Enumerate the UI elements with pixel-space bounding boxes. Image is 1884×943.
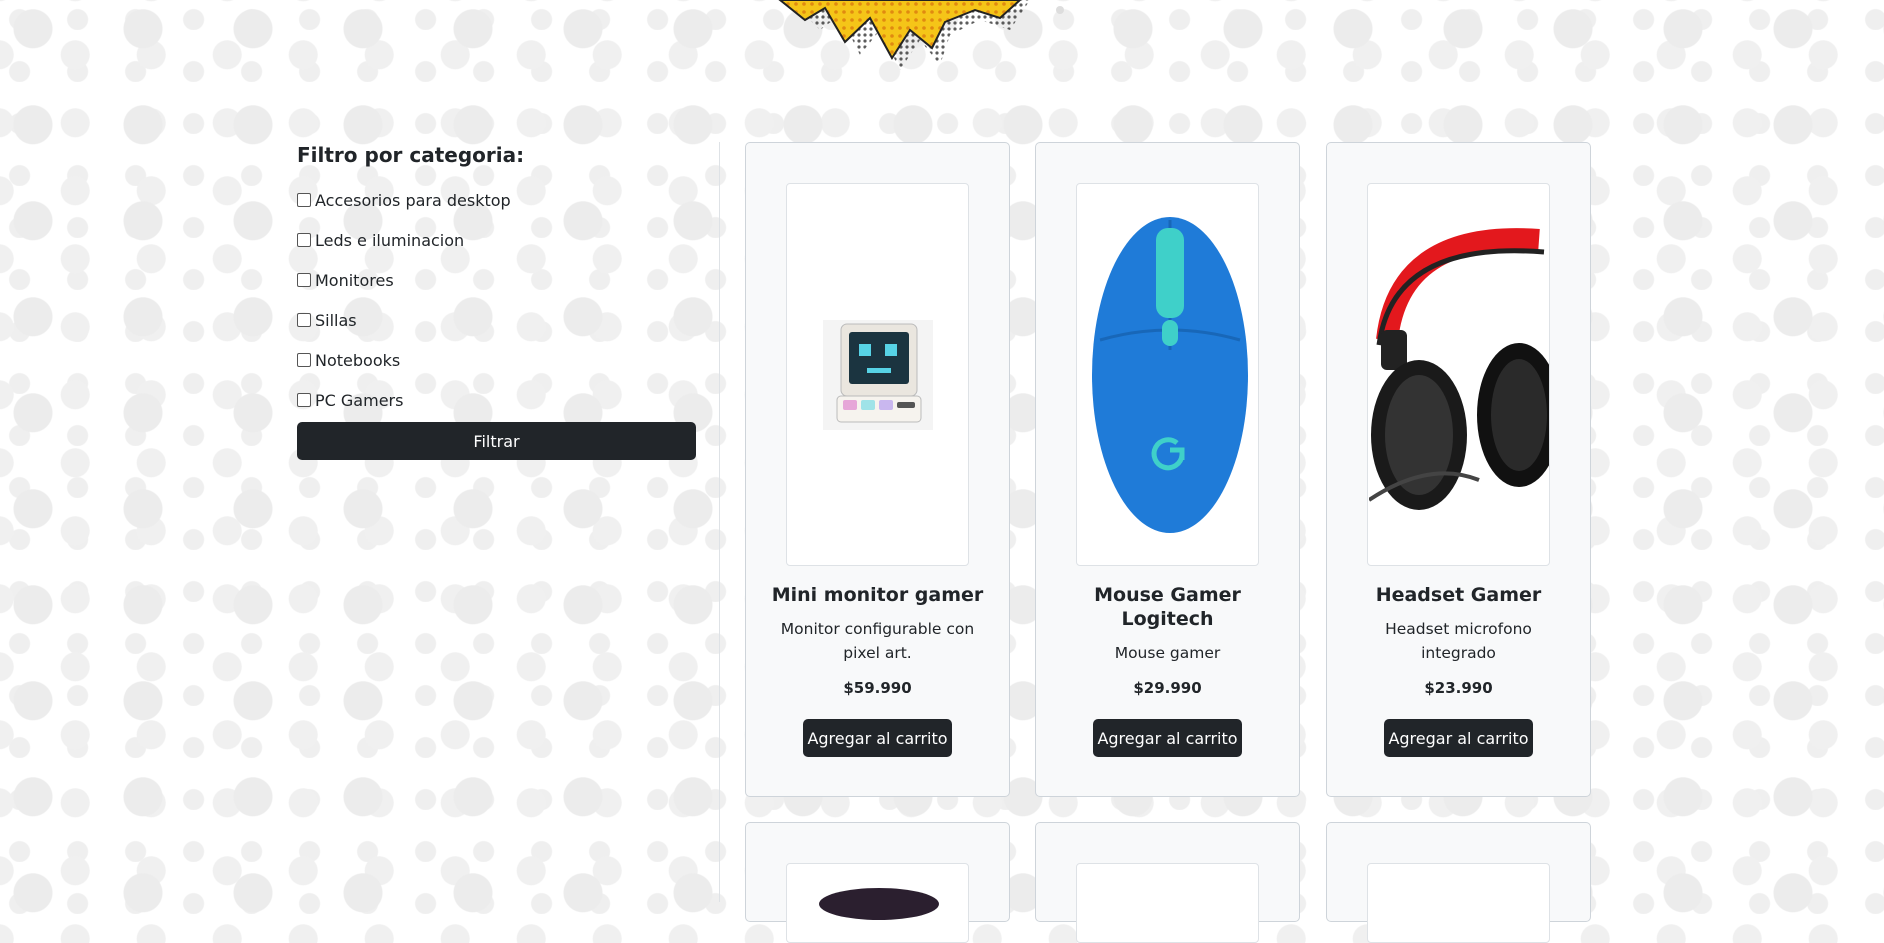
column-divider [719,142,720,902]
headset-image [1368,227,1549,510]
product-description: Monitor configurable con pixel art. [780,620,975,662]
product-price: $29.990 [1133,679,1202,697]
product-title: Mouse Gamer Logitech [1094,584,1241,630]
category-label: Leds e iluminacion [315,230,465,250]
dark-product-image [819,888,939,920]
checkbox[interactable] [297,353,311,367]
category-filter: Filtro por categoria: Accesorios para de… [297,142,696,460]
category-label: Monitores [315,270,394,290]
checkbox[interactable] [297,393,311,407]
product-description: Headset microfono integrado [1385,620,1532,662]
add-to-cart-button[interactable]: Agregar al carrito [803,719,952,757]
add-to-cart-button[interactable]: Agregar al carrito [1384,719,1533,757]
product-image [1076,183,1259,566]
category-option-sillas[interactable]: Sillas [297,300,696,340]
category-option-notebooks[interactable]: Notebooks [297,340,696,380]
product-price: $59.990 [843,679,912,697]
product-image [1076,863,1259,943]
comic-burst-logo [778,0,1064,70]
product-title: Mini monitor gamer [771,584,984,606]
product-image [1367,183,1550,566]
category-label: PC Gamers [315,390,404,410]
filter-button[interactable]: Filtrar [297,422,696,460]
filter-title: Filtro por categoria: [297,143,525,167]
product-image [786,863,969,943]
category-label: Accesorios para desktop [315,190,511,210]
product-card: Mini monitor gamer Monitor configurable … [745,142,1010,797]
category-option-leds[interactable]: Leds e iluminacion [297,220,696,260]
category-label: Notebooks [315,350,401,370]
category-option-monitores[interactable]: Monitores [297,260,696,300]
add-to-cart-button[interactable]: Agregar al carrito [1093,719,1242,757]
product-description: Mouse gamer [1114,644,1221,662]
checkbox[interactable] [297,233,311,247]
product-title: Headset Gamer [1375,584,1542,606]
product-price: $23.990 [1424,679,1493,697]
pixel-monitor-image [822,319,933,430]
checkbox[interactable] [297,273,311,287]
product-card [1035,822,1300,943]
checkbox[interactable] [297,313,311,327]
checkbox[interactable] [297,193,311,207]
category-option-accesorios[interactable]: Accesorios para desktop [297,180,696,220]
product-card: Headset Gamer Headset microfono integrad… [1326,142,1591,797]
product-image [1367,863,1550,943]
product-image [786,183,969,566]
product-card [1326,822,1591,943]
blue-mouse-image [1092,216,1248,533]
category-label: Sillas [315,310,357,330]
category-option-pc-gamers[interactable]: PC Gamers [297,380,696,420]
product-card: Mouse Gamer Logitech Mouse gamer $29.990… [1035,142,1300,797]
product-card [745,822,1010,943]
